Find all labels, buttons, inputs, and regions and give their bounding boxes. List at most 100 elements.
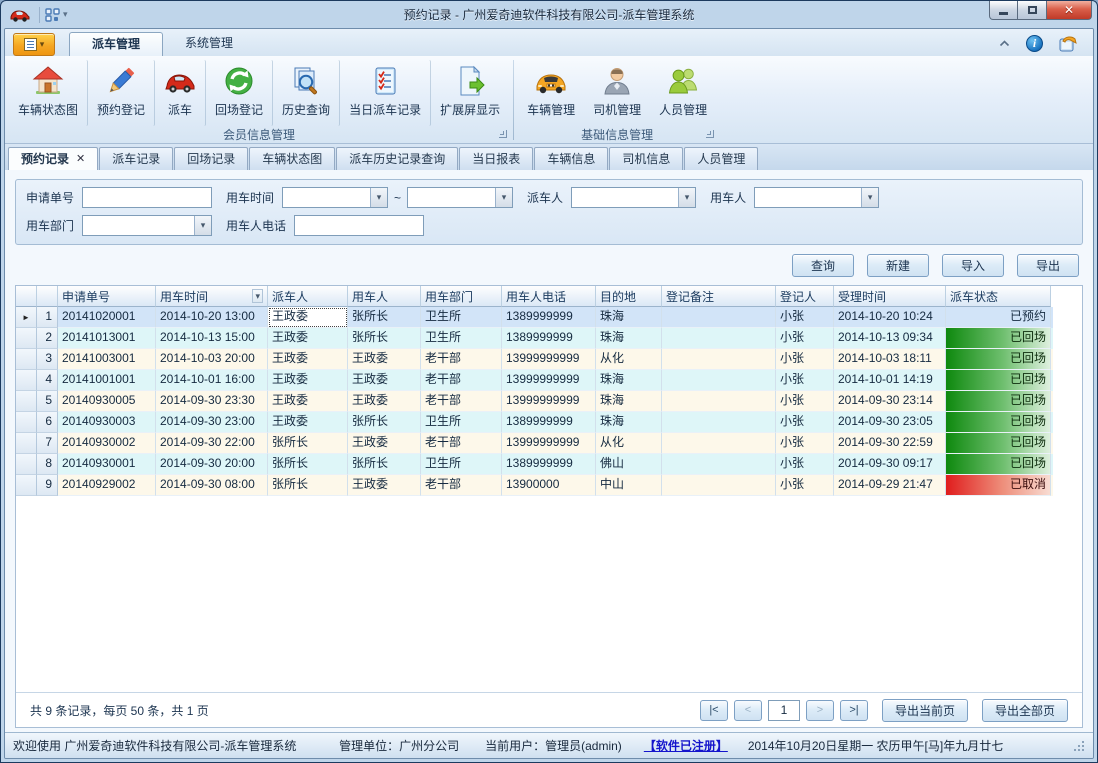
first-page-button[interactable]: |<	[700, 700, 728, 721]
collapse-ribbon-icon[interactable]	[999, 40, 1010, 47]
help-icon[interactable]	[1059, 35, 1077, 52]
table-cell[interactable]: 2014-09-30 22:59	[834, 433, 946, 454]
application-no-input[interactable]	[82, 187, 212, 208]
ribbon-button[interactable]: 扩展屏显示	[431, 60, 509, 126]
doc-tab[interactable]: 派车历史记录查询	[336, 147, 458, 170]
row-selector-cell[interactable]	[16, 328, 37, 349]
table-row[interactable]: ►1201410200012014-10-20 13:00王政委张所长卫生所13…	[16, 307, 1053, 328]
ribbon-tab[interactable]: 系统管理	[163, 32, 255, 56]
table-cell[interactable]	[662, 433, 776, 454]
ribbon-button[interactable]: 当日派车记录	[340, 60, 431, 126]
table-cell[interactable]: 珠海	[596, 307, 662, 328]
table-cell[interactable]: 小张	[776, 412, 834, 433]
doc-tab[interactable]: 人员管理	[684, 147, 758, 170]
department-combo[interactable]: ▾	[82, 215, 212, 236]
column-header[interactable]: 登记备注	[662, 286, 776, 307]
table-cell[interactable]: 珠海	[596, 328, 662, 349]
table-cell[interactable]	[662, 349, 776, 370]
table-cell[interactable]: 张所长	[348, 412, 421, 433]
doc-tab[interactable]: 司机信息	[609, 147, 683, 170]
ribbon-button[interactable]: 派车	[155, 60, 206, 126]
table-row[interactable]: 2201410130012014-10-13 15:00王政委张所长卫生所138…	[16, 328, 1053, 349]
table-cell[interactable]: 2014-09-30 23:00	[156, 412, 268, 433]
export-all-pages-button[interactable]: 导出全部页	[982, 699, 1068, 722]
table-cell[interactable]: 2014-09-30 22:00	[156, 433, 268, 454]
table-cell[interactable]: 13999999999	[502, 391, 596, 412]
table-row[interactable]: 4201410010012014-10-01 16:00王政委王政委老干部139…	[16, 370, 1053, 391]
table-cell[interactable]: 王政委	[268, 370, 348, 391]
doc-tab[interactable]: 车辆状态图	[249, 147, 335, 170]
table-cell[interactable]: 20140929002	[58, 475, 156, 496]
table-cell[interactable]: 小张	[776, 433, 834, 454]
next-page-button[interactable]: >	[806, 700, 834, 721]
table-row[interactable]: 7201409300022014-09-30 22:00张所长王政委老干部139…	[16, 433, 1053, 454]
chevron-down-icon[interactable]: ▾	[495, 188, 512, 207]
chevron-down-icon[interactable]: ▾	[370, 188, 387, 207]
table-cell[interactable]: 小张	[776, 349, 834, 370]
table-cell[interactable]: 2014-10-13 15:00	[156, 328, 268, 349]
table-cell[interactable]: 王政委	[268, 328, 348, 349]
row-selector-cell[interactable]	[16, 454, 37, 475]
table-cell[interactable]: 小张	[776, 391, 834, 412]
column-header[interactable]: 受理时间	[834, 286, 946, 307]
table-cell[interactable]: 20140930001	[58, 454, 156, 475]
table-cell[interactable]: 2014-09-30 09:17	[834, 454, 946, 475]
table-cell[interactable]: 王政委	[348, 433, 421, 454]
table-cell[interactable]: 20141020001	[58, 307, 156, 328]
column-header[interactable]	[16, 286, 37, 307]
table-cell[interactable]: 卫生所	[421, 307, 502, 328]
table-cell[interactable]: 卫生所	[421, 454, 502, 475]
table-cell[interactable]: 13900000	[502, 475, 596, 496]
table-cell[interactable]: 小张	[776, 328, 834, 349]
table-cell[interactable]: 张所长	[268, 475, 348, 496]
minimize-button[interactable]	[989, 1, 1018, 20]
table-cell[interactable]: 13999999999	[502, 433, 596, 454]
query-button[interactable]: 查询	[792, 254, 854, 277]
table-cell[interactable]: 2014-10-13 09:34	[834, 328, 946, 349]
export-button[interactable]: 导出	[1017, 254, 1079, 277]
new-button[interactable]: 新建	[867, 254, 929, 277]
column-header[interactable]: 用车人	[348, 286, 421, 307]
title-bar[interactable]: ▾ 预约记录 - 广州爱奇迪软件科技有限公司-派车管理系统 ✕	[4, 1, 1094, 28]
table-cell[interactable]: 1389999999	[502, 328, 596, 349]
table-cell[interactable]: 中山	[596, 475, 662, 496]
filter-arrow-icon[interactable]: ▾	[252, 289, 263, 303]
chevron-down-icon[interactable]: ▾	[678, 188, 695, 207]
table-cell[interactable]: 2014-10-01 16:00	[156, 370, 268, 391]
column-header[interactable]: 用车部门	[421, 286, 502, 307]
row-selector-cell[interactable]	[16, 391, 37, 412]
table-cell[interactable]: 王政委	[348, 349, 421, 370]
table-cell[interactable]: 小张	[776, 307, 834, 328]
column-header[interactable]: 派车状态	[946, 286, 1051, 307]
table-cell[interactable]: 2014-09-30 23:05	[834, 412, 946, 433]
use-time-from-combo[interactable]: ▾	[282, 187, 388, 208]
table-cell[interactable]	[662, 454, 776, 475]
close-button[interactable]: ✕	[1047, 1, 1092, 20]
table-cell[interactable]: 20140930005	[58, 391, 156, 412]
table-cell[interactable]: 2014-10-01 14:19	[834, 370, 946, 391]
table-cell[interactable]: 卫生所	[421, 412, 502, 433]
column-header[interactable]: 派车人	[268, 286, 348, 307]
row-selector-cell[interactable]	[16, 412, 37, 433]
table-cell[interactable]	[662, 475, 776, 496]
table-cell[interactable]: 卫生所	[421, 328, 502, 349]
table-cell[interactable]: 小张	[776, 475, 834, 496]
table-cell[interactable]	[662, 307, 776, 328]
table-row[interactable]: 9201409290022014-09-30 08:00张所长王政委老干部139…	[16, 475, 1053, 496]
column-header[interactable]	[37, 286, 58, 307]
chevron-down-icon[interactable]: ▾	[861, 188, 878, 207]
table-cell[interactable]: 2014-09-30 08:00	[156, 475, 268, 496]
table-cell[interactable]: 2014-09-29 21:47	[834, 475, 946, 496]
table-cell[interactable]: 13999999999	[502, 349, 596, 370]
table-cell[interactable]: 张所长	[348, 454, 421, 475]
table-cell[interactable]: 2014-10-03 20:00	[156, 349, 268, 370]
table-row[interactable]: 3201410030012014-10-03 20:00王政委王政委老干部139…	[16, 349, 1053, 370]
table-cell[interactable]: 2014-09-30 23:30	[156, 391, 268, 412]
dialog-launcher-icon[interactable]	[499, 130, 507, 138]
table-cell[interactable]: 从化	[596, 349, 662, 370]
column-header[interactable]: 用车时间▾	[156, 286, 268, 307]
table-row[interactable]: 6201409300032014-09-30 23:00王政委张所长卫生所138…	[16, 412, 1053, 433]
ribbon-button[interactable]: 历史查询	[273, 60, 340, 126]
table-cell[interactable]: 老干部	[421, 475, 502, 496]
export-current-page-button[interactable]: 导出当前页	[882, 699, 968, 722]
